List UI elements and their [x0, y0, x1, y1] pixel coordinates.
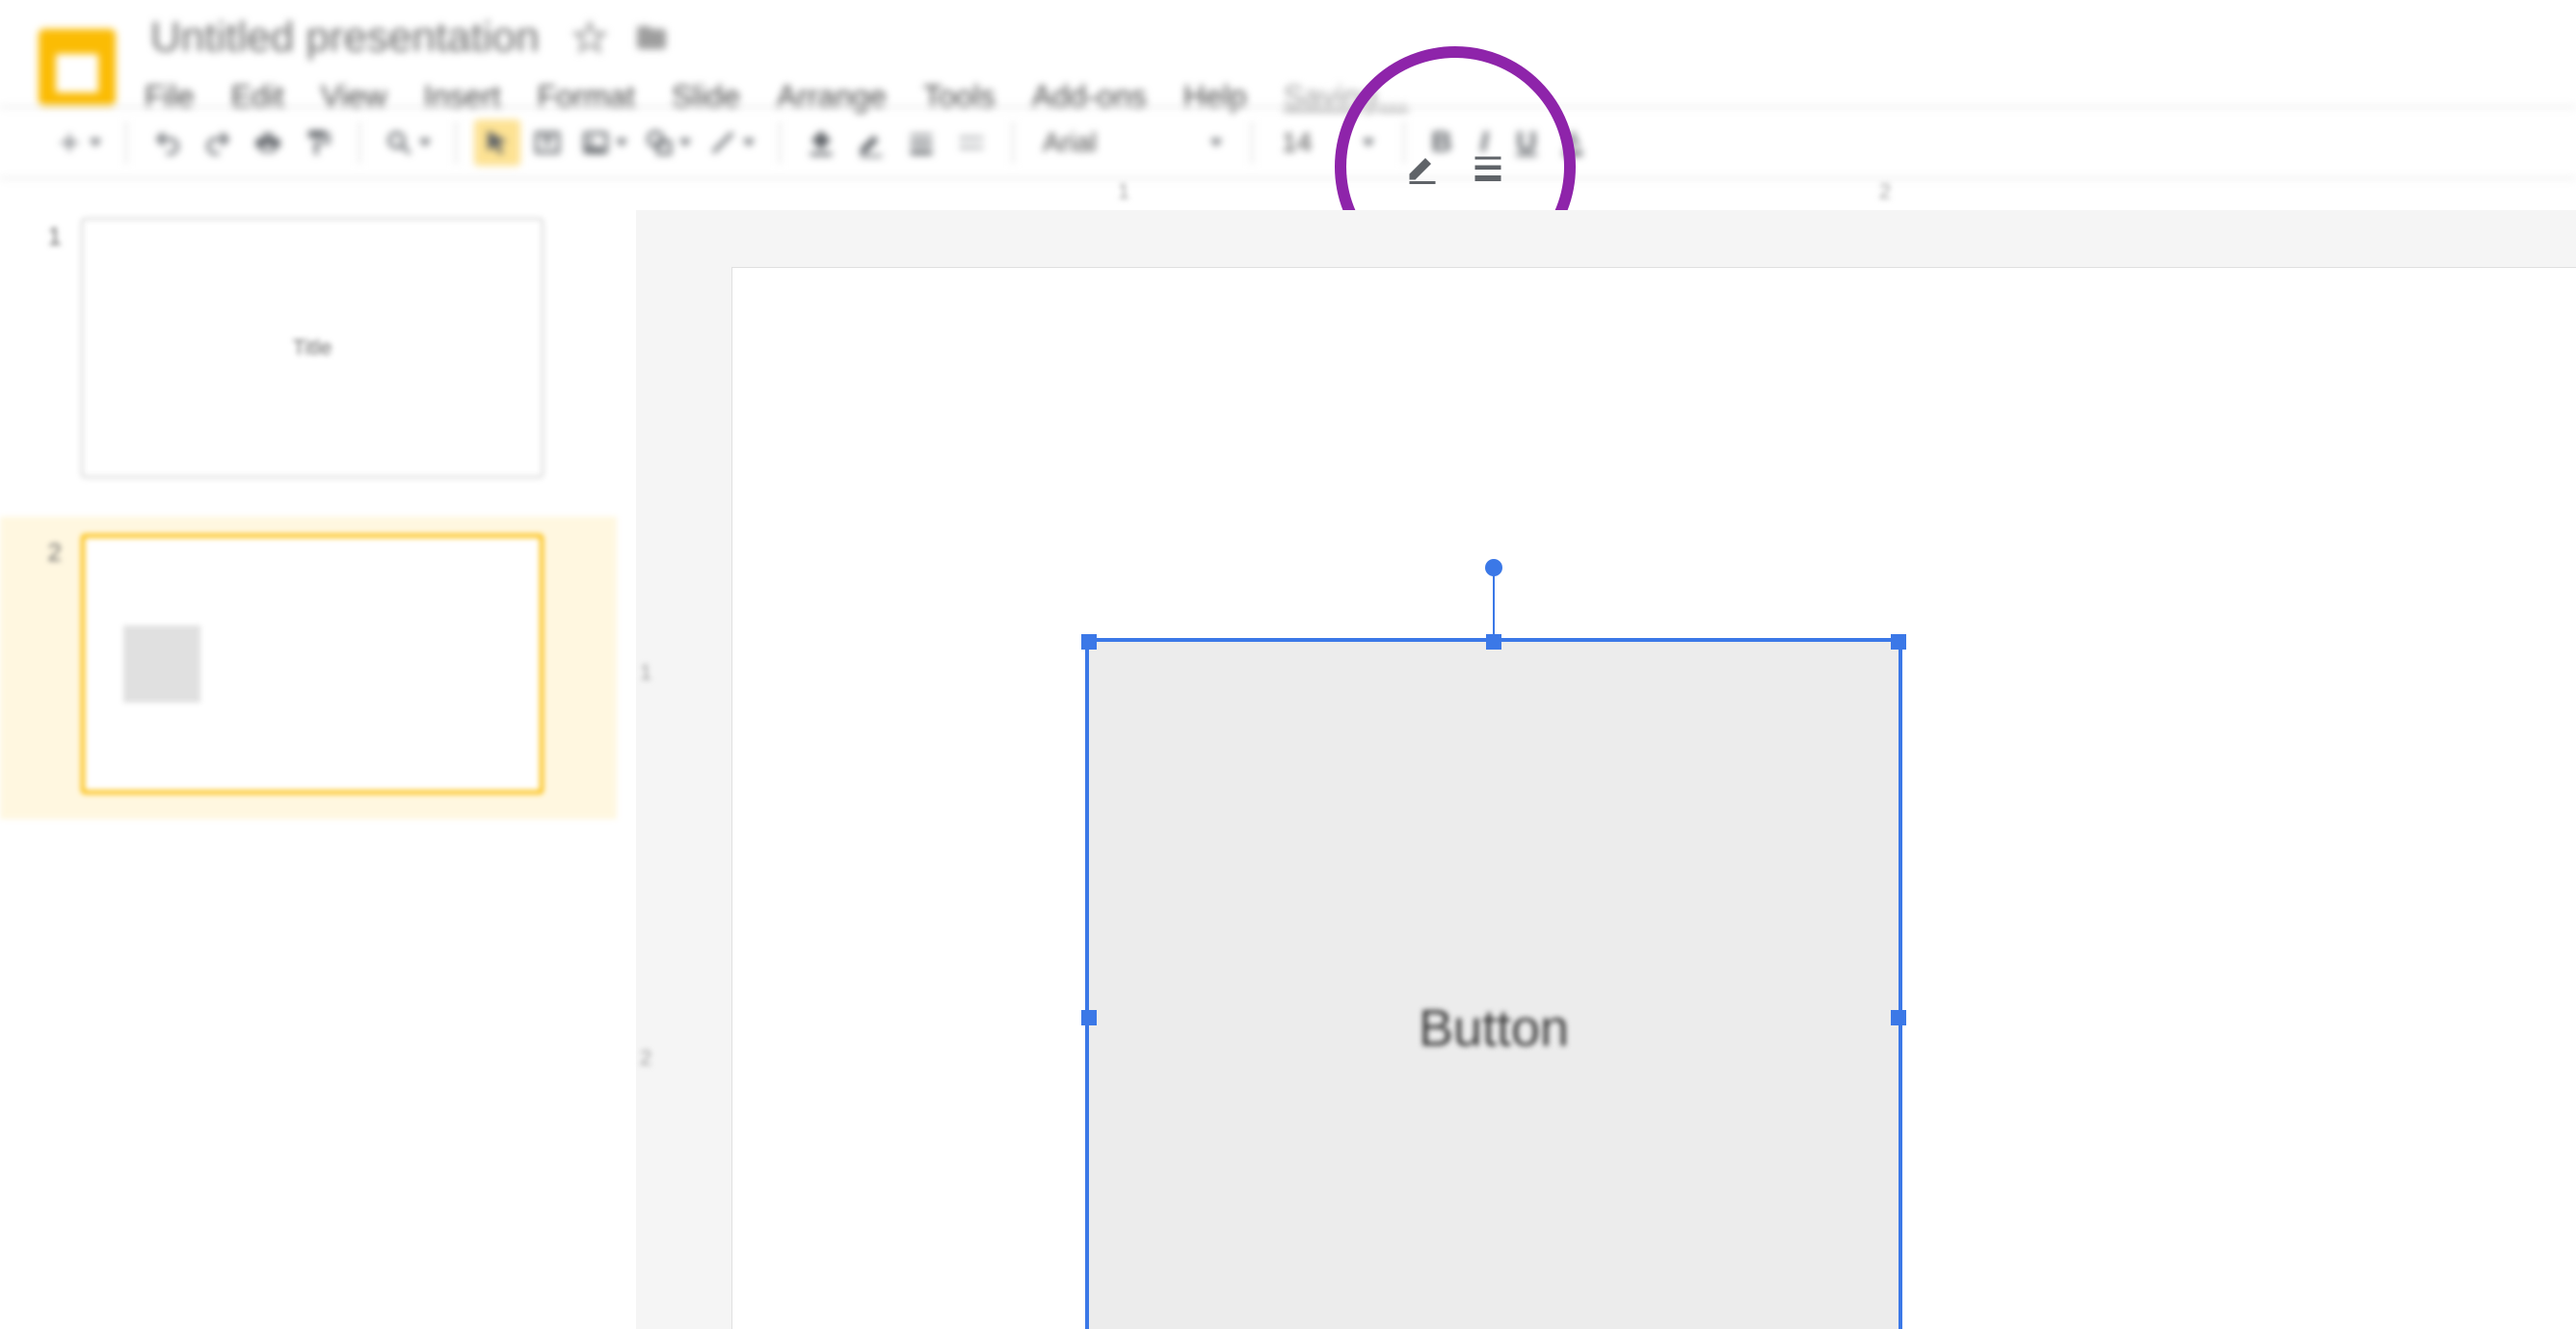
thumb-label: Title: [293, 335, 332, 360]
thumb-row: 1 Title: [39, 218, 617, 478]
thumb-number: 2: [39, 538, 62, 568]
move-to-folder-icon[interactable]: [634, 20, 669, 55]
thumb-row: 2: [0, 517, 617, 819]
print-button[interactable]: [245, 120, 291, 166]
fill-color-button[interactable]: [798, 120, 844, 166]
document-title[interactable]: Untitled presentation: [145, 10, 545, 66]
app-logo: [39, 29, 116, 106]
slide-thumbnail-2[interactable]: [81, 534, 544, 794]
insert-image-button[interactable]: [574, 120, 634, 166]
thumb-mini-shape: [123, 625, 200, 703]
canvas-area: 1 2 Button: [636, 210, 2576, 1329]
shape-text: Button: [1419, 998, 1569, 1058]
ruler-num: 1: [1118, 179, 1129, 204]
separator: [779, 121, 781, 164]
resize-handle-tm[interactable]: [1486, 634, 1501, 650]
vertical-ruler: 1 2: [636, 210, 673, 1329]
rotate-handle[interactable]: [1485, 559, 1502, 576]
separator: [1251, 121, 1253, 164]
select-tool-button[interactable]: [474, 120, 520, 166]
resize-handle-mr[interactable]: [1891, 1010, 1906, 1025]
border-dash-button[interactable]: [948, 120, 995, 166]
separator: [125, 121, 127, 164]
thumb-number: 1: [39, 222, 62, 252]
title-block: Untitled presentation File Edit View Ins…: [145, 10, 1408, 115]
separator: [359, 121, 360, 164]
separator: [455, 121, 457, 164]
font-family-value: Arial: [1043, 127, 1097, 158]
toolbar-wrap: Arial 14 B I U: [0, 106, 2576, 179]
redo-button[interactable]: [195, 120, 241, 166]
border-color-button[interactable]: [848, 120, 894, 166]
separator: [1012, 121, 1014, 164]
insert-line-button[interactable]: [702, 120, 761, 166]
ruler-num: 2: [640, 1046, 651, 1071]
textbox-button[interactable]: [524, 120, 571, 166]
paint-format-button[interactable]: [295, 120, 341, 166]
slide-panel: 1 Title 2: [0, 210, 636, 1329]
font-size-value: 14: [1282, 127, 1312, 158]
resize-handle-tl[interactable]: [1081, 634, 1097, 650]
border-weight-button[interactable]: [898, 120, 944, 166]
rotate-line: [1493, 567, 1495, 634]
selected-shape[interactable]: Button: [1089, 642, 1899, 1329]
font-family-select[interactable]: Arial: [1031, 120, 1234, 166]
resize-handle-ml[interactable]: [1081, 1010, 1097, 1025]
slide-canvas[interactable]: Button: [732, 268, 2576, 1329]
slide-thumbnail-1[interactable]: Title: [81, 218, 544, 478]
horizontal-ruler: 1 2 3 4: [651, 179, 2576, 210]
ruler-num: 1: [640, 660, 651, 685]
undo-button[interactable]: [145, 120, 191, 166]
insert-shape-button[interactable]: [638, 120, 698, 166]
workspace: 1 Title 2 1 2 Butt: [0, 210, 2576, 1329]
new-slide-button[interactable]: [48, 120, 108, 166]
header: Untitled presentation File Edit View Ins…: [0, 0, 2576, 106]
ruler-num: 2: [1879, 179, 1891, 204]
zoom-button[interactable]: [378, 120, 438, 166]
star-icon[interactable]: [572, 20, 607, 55]
resize-handle-tr[interactable]: [1891, 634, 1906, 650]
toolbar: Arial 14 B I U: [0, 106, 2576, 179]
